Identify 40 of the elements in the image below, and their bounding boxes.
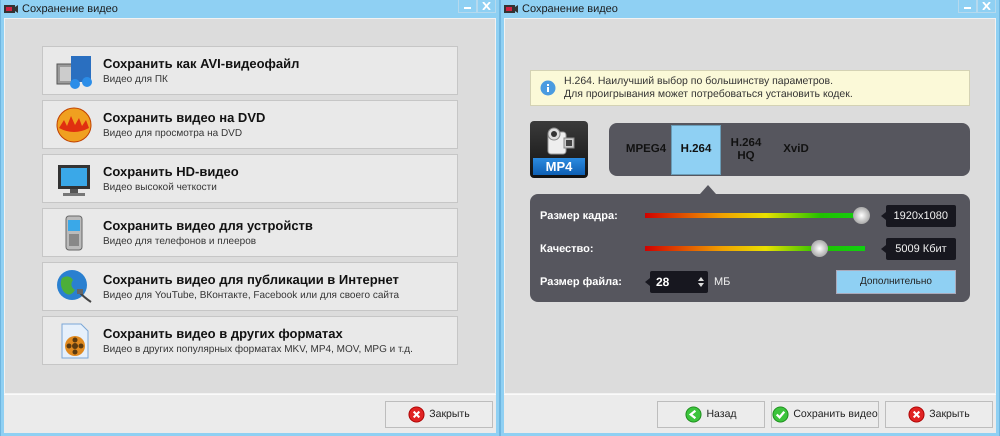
setting-label: Размер файла:: [540, 276, 623, 288]
advanced-button[interactable]: Дополнительно: [836, 270, 956, 294]
setting-label: Качество:: [540, 242, 595, 254]
film-icon: [504, 4, 518, 14]
setting-label: Размер кадра:: [540, 210, 619, 222]
save-option-button[interactable]: Сохранить видео для устройств Видео для телефонов и плееров: [42, 208, 458, 257]
save-option-button[interactable]: Сохранить видео на DVD Видео для просмотра на DVD: [42, 100, 458, 149]
info-text: H.264. Наилучший выбор по большинству параметров.: [564, 75, 834, 88]
close-button[interactable]: Закрыть: [885, 400, 993, 428]
value-readout: 5009 Кбит: [886, 238, 956, 260]
close-icon: [908, 406, 926, 422]
window-title: Сохранение видео: [522, 3, 619, 15]
slider-thumb[interactable]: [852, 206, 870, 224]
info-text: Для проигрывания может потребоваться установить кодек.: [564, 88, 853, 101]
save-option-button[interactable]: Сохранить видео для публикации в Интернет Видео для YouTube, ВКонтакте, Facebook или для своего сайта: [42, 262, 458, 311]
close-icon: [982, 2, 991, 10]
globe-plug-icon: [55, 268, 93, 306]
pointer-tip-icon: [881, 244, 886, 252]
window-title: Сохранение видео: [22, 3, 119, 15]
value-readout: 1920x1080: [886, 204, 956, 226]
codec-tab[interactable]: H.264: [671, 124, 721, 174]
disc-flame-icon: [55, 106, 93, 144]
save-option-button[interactable]: Сохранить HD-видео Видео высокой четкости: [42, 154, 458, 203]
save-option-button[interactable]: Сохранить видео в других форматах Видео в других популярных форматах MKV, MP4, MOV, MPG и т.д.: [42, 316, 458, 365]
pointer-tip-icon: [645, 278, 650, 286]
save-option-button[interactable]: Сохранить как AVI-видеофайл Видео для ПК: [42, 46, 458, 95]
info-icon: [540, 80, 556, 96]
checkmark-icon: [772, 406, 790, 422]
close-icon: [482, 2, 491, 10]
close-icon: [408, 406, 426, 422]
back-button[interactable]: Назад: [657, 400, 765, 428]
pointer-tip-icon: [880, 212, 886, 220]
slider-thumb[interactable]: [810, 240, 828, 256]
number-field[interactable]: 28: [650, 270, 708, 292]
film-icon: [4, 4, 18, 14]
spinner-arrows-icon: [698, 276, 704, 288]
close-button[interactable]: Закрыть: [385, 400, 493, 428]
save-button[interactable]: Сохранить видео: [771, 400, 879, 428]
unit-label: МБ: [714, 276, 730, 288]
format-badge: MP4: [530, 121, 588, 178]
